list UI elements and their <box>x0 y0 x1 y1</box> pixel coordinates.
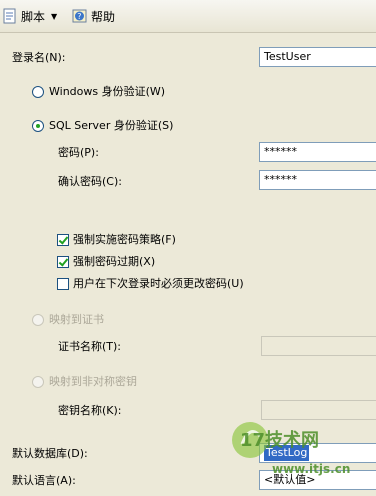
script-button[interactable]: 脚本 ▼ <box>3 7 57 25</box>
login-name-label: 登录名(N): <box>12 51 66 64</box>
enforce-policy-label: 强制实施密码策略(F) <box>73 233 176 246</box>
toolbar: 脚本 ▼ ? 帮助 <box>0 0 376 33</box>
cert-name-label: 证书名称(T): <box>58 340 122 353</box>
watermark-brand: 17技术网 <box>240 430 320 451</box>
windows-auth-label: Windows 身份验证(W) <box>49 85 166 98</box>
help-button[interactable]: ? 帮助 <box>72 7 115 25</box>
map-asym-key-label: 映射到非对称密钥 <box>49 375 137 388</box>
map-cert-label: 映射到证书 <box>49 313 104 326</box>
watermark: 17技术网 www.itjs.cn <box>228 418 376 496</box>
help-icon: ? <box>72 8 88 24</box>
key-name-select[interactable] <box>261 400 376 420</box>
password-input[interactable]: ****** <box>259 142 376 162</box>
windows-auth-radio[interactable] <box>32 86 44 98</box>
map-cert-radio[interactable] <box>32 314 44 326</box>
chevron-down-icon[interactable]: ▼ <box>51 12 57 21</box>
password-label: 密码(P): <box>58 146 99 159</box>
confirm-password-input[interactable]: ****** <box>259 170 376 190</box>
svg-text:?: ? <box>77 12 81 21</box>
default-lang-label: 默认语言(A): <box>12 474 76 487</box>
sql-auth-label: SQL Server 身份验证(S) <box>49 119 174 132</box>
map-asym-key-radio[interactable] <box>32 376 44 388</box>
help-label: 帮助 <box>91 9 116 24</box>
cert-name-select[interactable] <box>261 336 376 356</box>
default-db-label: 默认数据库(D): <box>12 447 88 460</box>
confirm-password-label: 确认密码(C): <box>58 175 122 188</box>
script-icon <box>3 8 17 24</box>
enforce-expiration-label: 强制密码过期(X) <box>73 255 156 268</box>
sql-auth-radio[interactable] <box>32 120 44 132</box>
must-change-checkbox[interactable] <box>57 278 69 290</box>
login-name-input[interactable]: TestUser <box>259 47 376 67</box>
enforce-policy-checkbox[interactable] <box>57 234 69 246</box>
key-name-label: 密钥名称(K): <box>58 404 122 417</box>
must-change-label: 用户在下次登录时必须更改密码(U) <box>73 277 244 290</box>
script-label: 脚本 <box>21 9 46 24</box>
enforce-expiration-checkbox[interactable] <box>57 256 69 268</box>
watermark-url: www.itjs.cn <box>272 462 351 476</box>
